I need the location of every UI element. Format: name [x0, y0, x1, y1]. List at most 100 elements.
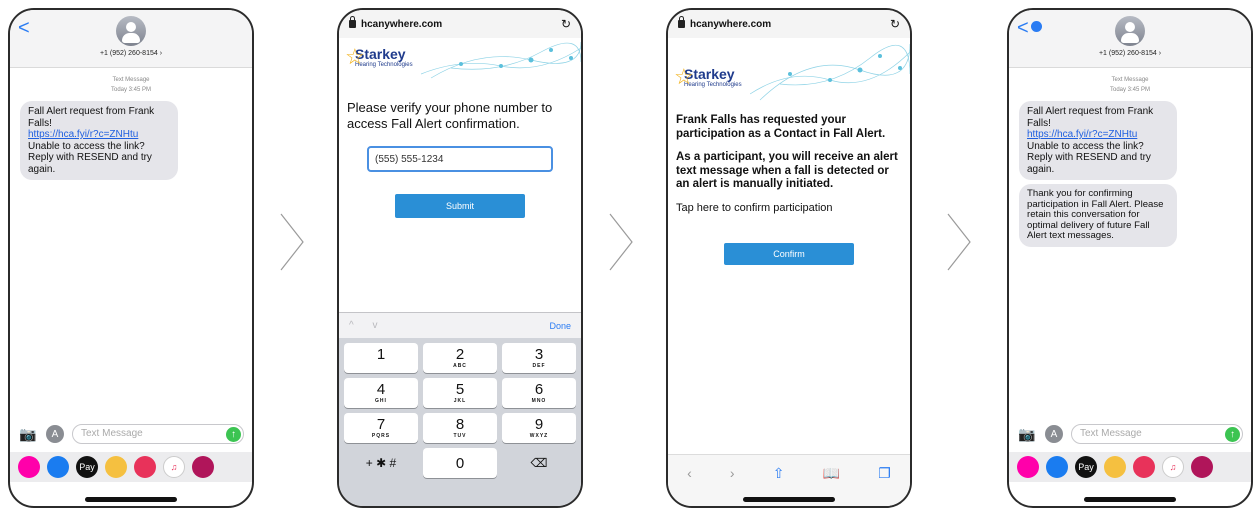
conversation: Text Message Today 3:45 PM Fall Alert re…: [10, 68, 252, 186]
star-icon: ☆: [674, 64, 694, 89]
key-6[interactable]: 6 MNO: [502, 378, 576, 408]
address-bar[interactable]: hcanywhere.com ↻: [668, 10, 910, 38]
message-bubble-alert: Fall Alert request from Frank Falls! htt…: [20, 101, 178, 180]
messages-header: < +1 (952) 260-8154 ›: [1009, 10, 1251, 68]
chevron-right-icon: [608, 212, 634, 272]
key-0[interactable]: 0: [423, 448, 497, 478]
home-indicator: [743, 497, 835, 502]
message-bubble-alert: Fall Alert request from Frank Falls! htt…: [1019, 101, 1177, 180]
lock-icon: [678, 16, 685, 28]
appstore-app-icon[interactable]: [47, 456, 69, 478]
starkey-logo: ☆ Starkey Hearing Technologies: [345, 44, 413, 69]
unread-badge: [1031, 21, 1042, 32]
key-7[interactable]: 7 PQRS: [344, 413, 418, 443]
photos-app-icon[interactable]: [18, 456, 40, 478]
photos-app-icon[interactable]: [1017, 456, 1039, 478]
back-icon[interactable]: ‹: [687, 465, 692, 481]
address-bar[interactable]: hcanywhere.com ↻: [339, 10, 581, 38]
camera-icon[interactable]: 📷: [18, 426, 38, 442]
home-indicator: [85, 497, 177, 502]
key-symbols[interactable]: + ✱ #: [344, 448, 418, 478]
timestamp-label: Text Message: [112, 77, 150, 83]
search-app-icon[interactable]: [1133, 456, 1155, 478]
starkey-logo: ☆ Starkey Hearing Technologies: [674, 64, 742, 89]
compose-bar: 📷 A Text Message ↑: [1009, 420, 1251, 448]
avatar[interactable]: [116, 16, 146, 46]
keyboard-toolbar: ^ v Done: [339, 312, 581, 338]
animoji-app-icon[interactable]: [105, 456, 127, 478]
chevron-right-icon: [279, 212, 305, 272]
key-1[interactable]: 1: [344, 343, 418, 373]
applepay-app-icon[interactable]: Pay: [1075, 456, 1097, 478]
confirm-button[interactable]: Confirm: [724, 242, 854, 265]
key-9[interactable]: 9 WXYZ: [502, 413, 576, 443]
conversation: Text Message Today 3:45 PM Fall Alert re…: [1009, 68, 1251, 253]
reload-icon[interactable]: ↻: [890, 17, 900, 31]
messages-header: < +1 (952) 260-8154 ›: [10, 10, 252, 68]
keys-grid: 1 2 ABC 3 DEF 4 GHI 5 JKL 6 MNO 7 PQRS 8 TUV 9W…: [339, 338, 581, 483]
participation-request: Frank Falls has requested your participa…: [676, 114, 886, 140]
alert-link[interactable]: https://hca.fyi/r?c=ZNHtu: [1027, 129, 1169, 141]
music-app-icon[interactable]: ♫: [163, 456, 185, 478]
send-icon[interactable]: ↑: [1225, 427, 1240, 442]
phone-participation: hcanywhere.com ↻ ☆ Starkey Hearing Techn…: [666, 8, 912, 508]
app-store-icon[interactable]: A: [46, 425, 64, 443]
timestamp-time: Today 3:45 PM: [110, 87, 152, 93]
alert-text: Fall Alert request from Frank Falls!: [28, 106, 155, 129]
message-placeholder: Text Message: [81, 428, 143, 439]
imessage-app-drawer: Pay ♫: [1009, 452, 1251, 482]
field-navigation-chevrons-icon[interactable]: ^ v: [349, 320, 385, 331]
done-button[interactable]: Done: [549, 321, 571, 331]
key-5[interactable]: 5 JKL: [423, 378, 497, 408]
heart-app-icon[interactable]: [192, 456, 214, 478]
starkey-banner: ☆ Starkey Hearing Technologies: [339, 38, 581, 82]
message-input[interactable]: Text Message ↑: [72, 424, 244, 444]
tap-to-confirm-text: Tap here to confirm participation: [676, 201, 833, 214]
alert-link[interactable]: https://hca.fyi/r?c=ZNHtu: [28, 129, 170, 141]
back-icon[interactable]: <: [18, 18, 30, 38]
timestamp-time: Today 3:45 PM: [1109, 87, 1151, 93]
phone-verify: hcanywhere.com ↻ ☆ Starkey Hearing Techn…: [337, 8, 583, 508]
key-4[interactable]: 4 GHI: [344, 378, 418, 408]
key-8[interactable]: 8 TUV: [423, 413, 497, 443]
key-3[interactable]: 3 DEF: [502, 343, 576, 373]
app-store-icon[interactable]: A: [1045, 425, 1063, 443]
phone-number-input[interactable]: (555) 555-1234: [367, 146, 553, 172]
message-placeholder: Text Message: [1080, 428, 1142, 439]
compose-bar: 📷 A Text Message ↑: [10, 420, 252, 448]
key-2[interactable]: 2 ABC: [423, 343, 497, 373]
message-input[interactable]: Text Message ↑: [1071, 424, 1243, 444]
star-icon: ☆: [345, 44, 365, 69]
numeric-keypad: ^ v Done 1 2 ABC 3 DEF 4 GHI 5 JKL 6 MNO 7 PQR…: [339, 312, 581, 506]
camera-icon[interactable]: 📷: [1017, 426, 1037, 442]
send-icon[interactable]: ↑: [226, 427, 241, 442]
appstore-app-icon[interactable]: [1046, 456, 1068, 478]
forward-icon[interactable]: ›: [730, 465, 735, 481]
animoji-app-icon[interactable]: [1104, 456, 1126, 478]
timestamp-label: Text Message: [1111, 77, 1149, 83]
phone-messages-confirmed: < +1 (952) 260-8154 › Text Message Today…: [1007, 8, 1253, 508]
music-app-icon[interactable]: ♫: [1162, 456, 1184, 478]
applepay-app-icon[interactable]: Pay: [76, 456, 98, 478]
contact-number[interactable]: +1 (952) 260-8154 ›: [10, 50, 252, 57]
tabs-icon[interactable]: ❐: [878, 465, 891, 482]
search-app-icon[interactable]: [134, 456, 156, 478]
delete-icon[interactable]: ⌫: [502, 448, 576, 478]
onboarding-flow: < +1 (952) 260-8154 › Text Message Today…: [0, 0, 1256, 512]
url-text: hcanywhere.com: [690, 18, 772, 30]
participation-explanation: As a participant, you will receive an al…: [676, 151, 898, 190]
participation-copy: Frank Falls has requested your participa…: [668, 102, 910, 192]
back-icon[interactable]: <: [1017, 18, 1029, 38]
starkey-banner: ☆ Starkey Hearing Technologies: [668, 38, 910, 102]
bookmarks-icon[interactable]: 📖: [823, 465, 840, 482]
submit-button[interactable]: Submit: [395, 194, 525, 218]
heart-app-icon[interactable]: [1191, 456, 1213, 478]
avatar[interactable]: [1115, 16, 1145, 46]
reload-icon[interactable]: ↻: [561, 17, 571, 31]
contact-number[interactable]: +1 (952) 260-8154 ›: [1009, 50, 1251, 57]
home-indicator: [1084, 497, 1176, 502]
chevron-right-icon: [946, 212, 972, 272]
share-icon[interactable]: ⇧: [773, 465, 785, 482]
phone-messages-initial: < +1 (952) 260-8154 › Text Message Today…: [8, 8, 254, 508]
lock-icon: [349, 16, 356, 28]
